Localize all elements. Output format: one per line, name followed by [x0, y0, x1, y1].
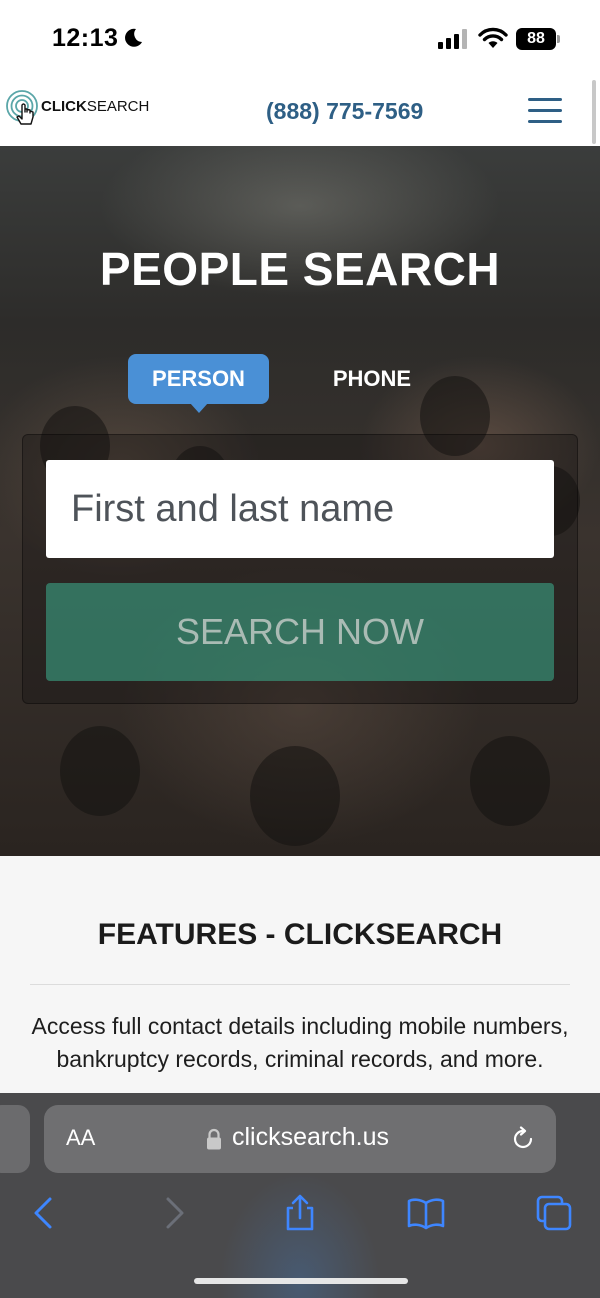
tab-person[interactable]: PERSON: [128, 354, 269, 413]
share-icon[interactable]: [280, 1193, 320, 1233]
logo-text: CLICKSEARCH: [41, 98, 149, 115]
browser-toolbar: AA clicksearch.us: [0, 1093, 600, 1298]
moon-icon: [125, 28, 142, 47]
bookmarks-icon[interactable]: [406, 1193, 446, 1233]
site-header: CLICKSEARCH (888) 775-7569: [0, 78, 600, 146]
hero-section: PEOPLE SEARCH PERSON PHONE SEARCH NOW: [0, 146, 600, 856]
battery-icon: 88: [516, 28, 560, 50]
phone-link[interactable]: (888) 775-7569: [266, 98, 423, 125]
logo-click-icon: [6, 90, 38, 125]
scrollbar-thumb[interactable]: [592, 80, 596, 144]
address-bar[interactable]: AA clicksearch.us: [44, 1105, 556, 1173]
features-description: Access full contact details including mo…: [31, 1013, 569, 1072]
name-search-input[interactable]: [46, 460, 554, 558]
previous-tab-preview[interactable]: [0, 1105, 30, 1173]
reload-icon[interactable]: [510, 1126, 536, 1152]
features-section: FEATURES - CLICKSEARCH Access full conta…: [0, 856, 600, 1096]
search-now-button[interactable]: SEARCH NOW: [46, 583, 554, 681]
forward-icon[interactable]: [154, 1193, 194, 1233]
status-bar: 12:13 88: [0, 0, 600, 78]
signal-icon: [438, 29, 467, 49]
logo-text-click: CLICK: [41, 98, 87, 115]
home-indicator[interactable]: [194, 1278, 408, 1284]
lock-icon: [207, 1128, 221, 1150]
back-icon[interactable]: [24, 1193, 64, 1233]
wifi-icon: [478, 27, 508, 48]
tabs-icon[interactable]: [534, 1193, 574, 1233]
hamburger-menu-icon[interactable]: [528, 98, 562, 124]
url-text: clicksearch.us: [232, 1123, 389, 1151]
tab-phone[interactable]: PHONE: [310, 354, 434, 404]
text-size-button[interactable]: AA: [66, 1125, 95, 1151]
status-time: 12:13: [52, 24, 119, 52]
battery-level: 88: [527, 30, 545, 47]
features-divider: [30, 984, 570, 985]
logo-text-search: SEARCH: [86, 98, 150, 115]
hero-title: PEOPLE SEARCH: [99, 243, 501, 295]
features-title: FEATURES - CLICKSEARCH: [97, 918, 503, 951]
